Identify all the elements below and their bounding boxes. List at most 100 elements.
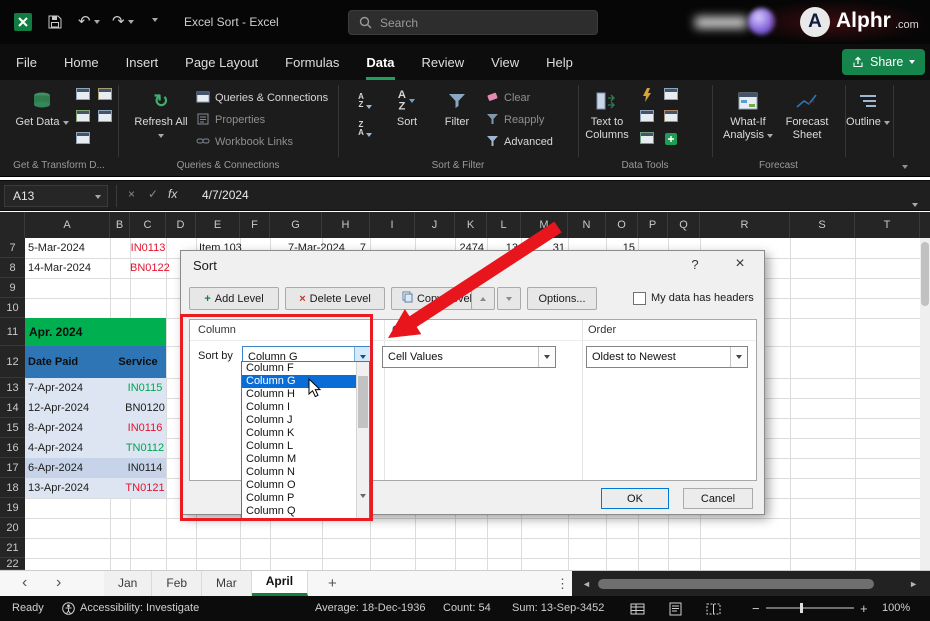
horizontal-scrollbar-thumb[interactable] [598,579,874,589]
enter-entry-icon[interactable]: ✓ [148,187,158,201]
column-header[interactable]: J [415,212,455,238]
tab-help[interactable]: Help [546,44,573,80]
scroll-left-icon[interactable]: ◄ [582,571,591,597]
cell-service[interactable]: TN0112 [124,438,166,458]
sheet-tab-april[interactable]: April [251,571,309,596]
get-data-button[interactable]: Get Data [14,86,70,156]
column-header[interactable]: K [455,212,487,238]
combo-dropdown-icon[interactable] [730,347,747,367]
sheet-tab-feb[interactable]: Feb [152,571,203,596]
tab-overflow-icon[interactable]: ⋮ [556,571,569,596]
save-icon[interactable] [48,15,62,29]
tab-data[interactable]: Data [366,44,395,80]
tab-insert[interactable]: Insert [126,44,159,80]
sheet-tab-jan[interactable]: Jan [104,571,153,596]
column-header[interactable]: H [322,212,370,238]
tab-view[interactable]: View [491,44,519,80]
clear-filter-button[interactable]: Clear [486,88,530,108]
remove-duplicates-icon[interactable] [640,110,656,124]
name-box-dropdown-icon[interactable] [95,195,101,199]
column-header[interactable]: O [606,212,638,238]
column-header[interactable]: T [855,212,920,238]
share-dropdown-icon[interactable] [909,60,916,64]
cell-date[interactable]: 12-Apr-2024 [28,398,89,418]
accessibility-status[interactable]: Accessibility: Investigate [80,596,199,621]
column-header[interactable]: S [790,212,855,238]
move-up-button[interactable] [471,287,495,310]
refresh-all-button[interactable]: ↻ Refresh All [132,86,190,156]
column-header[interactable]: C [130,212,166,238]
sort-button[interactable]: AZ Sort [384,86,430,156]
prev-sheet-icon[interactable]: ‹ [22,571,27,595]
flash-fill-icon[interactable] [640,88,656,102]
ok-button[interactable]: OK [601,488,669,509]
zoom-slider-thumb[interactable] [800,603,803,613]
from-text-csv-icon[interactable] [76,88,92,102]
workbook-links-button[interactable]: Workbook Links [196,132,293,152]
scroll-right-icon[interactable]: ► [909,571,918,597]
zoom-in-icon[interactable]: + [860,596,868,621]
vertical-scrollbar[interactable] [920,238,930,570]
options-button[interactable]: Options... [527,287,597,310]
help-icon[interactable]: ? [687,257,703,272]
what-if-analysis-button[interactable]: What-If Analysis [720,86,776,156]
row-header[interactable]: 20 [0,518,25,538]
row-header[interactable]: 10 [0,298,25,318]
month-banner[interactable]: Apr. 2024 [25,318,166,346]
name-box[interactable]: A13 [4,185,108,207]
cell-service[interactable]: TN0121 [124,478,166,498]
column-header[interactable]: R [700,212,790,238]
recent-sources-icon[interactable] [98,88,114,102]
close-icon[interactable]: × [727,255,753,275]
tab-home[interactable]: Home [64,44,99,80]
cell-date[interactable]: 4-Apr-2024 [28,438,83,458]
cancel-entry-icon[interactable]: × [128,187,135,201]
sort-az-button[interactable]: AZ [352,88,378,112]
page-break-preview-icon[interactable] [706,601,721,621]
combo-dropdown-icon[interactable] [538,347,555,367]
insert-function-icon[interactable]: fx [168,187,177,201]
column-header[interactable]: M [521,212,568,238]
row-header[interactable]: 22 [0,558,25,570]
undo-button[interactable]: ↶ [78,14,100,29]
vertical-scrollbar-thumb[interactable] [921,242,929,306]
column-header[interactable]: L [487,212,521,238]
redo-button[interactable]: ↷ [112,14,134,29]
add-sheet-icon[interactable]: + [328,571,337,596]
cell-date[interactable]: 13-Apr-2024 [28,478,89,498]
column-header[interactable]: D [166,212,196,238]
sort-za-button[interactable]: ZA [352,116,378,140]
column-header[interactable]: E [196,212,240,238]
cell-c7[interactable]: IN0113 [130,238,166,258]
consolidate-icon[interactable] [664,88,680,102]
column-header[interactable]: N [568,212,606,238]
column-header[interactable]: G [270,212,322,238]
row-header[interactable]: 15 [0,418,25,438]
sort-on-combo[interactable]: Cell Values [382,346,556,368]
column-header[interactable]: P [638,212,668,238]
existing-connections-icon[interactable] [98,110,114,124]
queries-connections-button[interactable]: Queries & Connections [196,88,328,108]
text-to-columns-button[interactable]: Text to Columns [580,86,634,156]
row-header[interactable]: 13 [0,378,25,398]
expand-formula-bar-icon[interactable] [912,194,918,212]
normal-view-icon[interactable] [630,601,645,621]
page-layout-view-icon[interactable] [668,601,683,621]
row-header[interactable]: 16 [0,438,25,458]
next-sheet-icon[interactable]: › [56,571,61,595]
relationships-icon[interactable] [664,110,680,124]
cell-date[interactable]: 7-Apr-2024 [28,378,83,398]
sort-order-combo[interactable]: Oldest to Newest [586,346,748,368]
cancel-button[interactable]: Cancel [683,488,753,509]
zoom-level[interactable]: 100% [882,596,910,621]
cell-a7[interactable]: 5-Mar-2024 [28,238,85,258]
data-validation-icon[interactable] [640,132,656,146]
share-button[interactable]: Share [842,49,926,75]
zoom-out-icon[interactable]: − [752,596,760,621]
search-input[interactable]: Search [348,10,598,35]
cell-service[interactable]: IN0115 [124,378,166,398]
row-header[interactable]: 21 [0,538,25,558]
from-web-icon[interactable] [76,110,92,124]
select-all-corner[interactable] [0,212,25,238]
tab-review[interactable]: Review [422,44,465,80]
